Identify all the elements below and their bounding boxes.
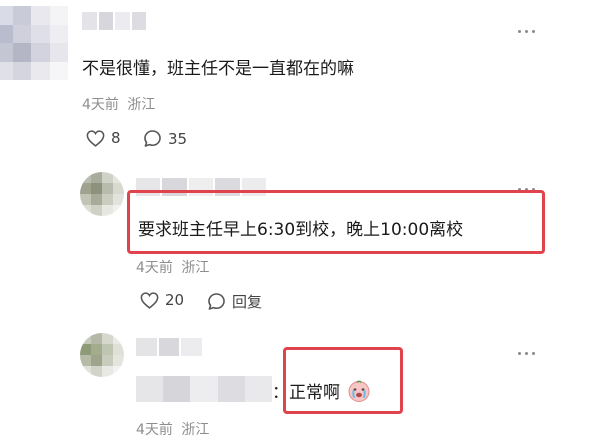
reply-button[interactable]: 35 xyxy=(143,129,187,148)
comment-time: 4天前 xyxy=(82,97,119,113)
comment-time: 4天前 xyxy=(136,260,173,276)
comment-text-suffix: ：正常啊 xyxy=(272,383,340,403)
more-options-icon[interactable] xyxy=(518,30,535,33)
like-button[interactable]: 20 xyxy=(140,291,184,309)
like-count: 20 xyxy=(165,291,185,309)
comment-text: ：正常啊 xyxy=(272,378,371,408)
comment-location: 浙江 xyxy=(181,260,210,276)
reply-button[interactable]: 回复 xyxy=(207,291,262,312)
mentioned-username[interactable] xyxy=(136,376,273,402)
comment-meta: 4天前 浙江 xyxy=(136,419,209,439)
comment-location: 浙江 xyxy=(181,422,210,438)
comment-meta: 4天前 浙江 xyxy=(136,257,209,277)
like-count: 8 xyxy=(111,129,121,147)
avatar[interactable] xyxy=(0,6,68,80)
comment-bubble-icon xyxy=(208,293,225,310)
username[interactable] xyxy=(136,338,203,356)
comment-text: 要求班主任早上6:30到校，晚上10:00离校 xyxy=(138,220,464,240)
comment-location: 浙江 xyxy=(127,97,156,113)
comment-meta: 4天前 浙江 xyxy=(82,94,155,114)
like-button[interactable]: 8 xyxy=(86,129,121,147)
comment-text: 不是很懂，班主任不是一直都在的嘛 xyxy=(82,59,354,79)
avatar[interactable] xyxy=(80,333,124,377)
crying-face-emoji-icon xyxy=(347,379,371,408)
comment-time: 4天前 xyxy=(136,422,173,438)
username[interactable] xyxy=(82,12,146,30)
reply-label: 回复 xyxy=(232,293,263,311)
reply-count: 35 xyxy=(168,129,188,148)
heart-icon xyxy=(86,129,105,147)
comment-bubble-icon xyxy=(144,130,161,147)
heart-icon xyxy=(140,291,159,309)
avatar[interactable] xyxy=(80,172,124,216)
more-options-icon[interactable] xyxy=(518,352,535,355)
